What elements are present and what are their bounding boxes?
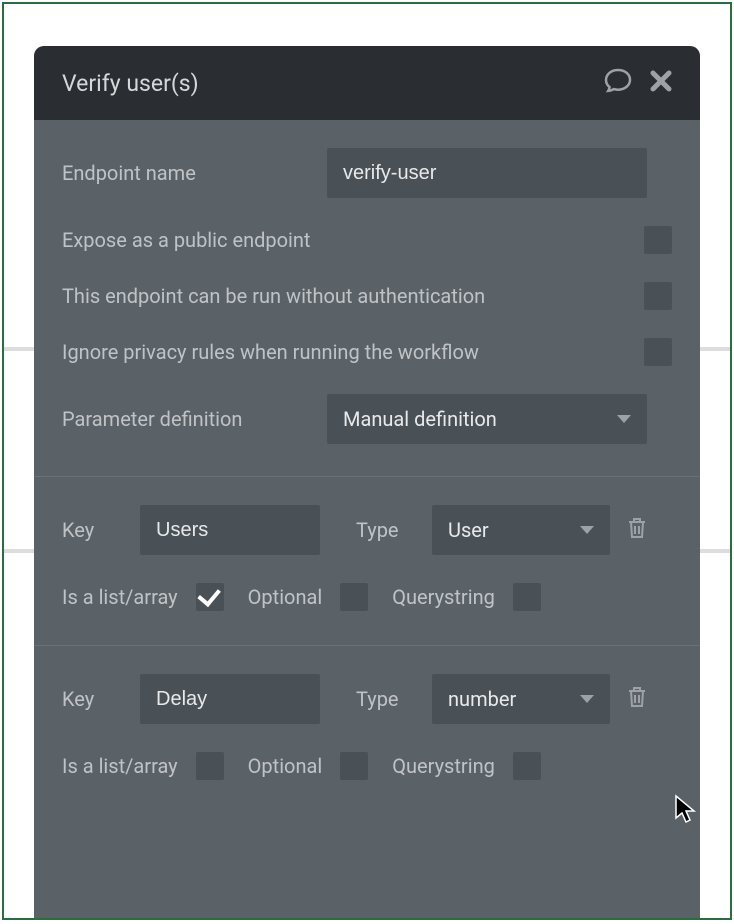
close-icon[interactable]: [650, 70, 672, 96]
optional-label: Optional: [248, 754, 323, 778]
optional-label: Optional: [248, 585, 323, 609]
no-auth-checkbox[interactable]: [644, 282, 672, 310]
param-key-input[interactable]: [140, 674, 320, 724]
is-list-label: Is a list/array: [62, 585, 178, 609]
trash-icon[interactable]: [626, 685, 648, 713]
divider: [34, 645, 700, 646]
divider: [34, 476, 700, 477]
ignore-privacy-checkbox[interactable]: [644, 338, 672, 366]
param-type-value: User: [448, 518, 489, 542]
expose-public-label: Expose as a public endpoint: [62, 228, 310, 252]
querystring-checkbox[interactable]: [513, 752, 541, 780]
chevron-down-icon: [580, 695, 594, 703]
expose-public-checkbox[interactable]: [644, 226, 672, 254]
optional-checkbox[interactable]: [340, 583, 368, 611]
ignore-privacy-label: Ignore privacy rules when running the wo…: [62, 340, 479, 364]
trash-icon[interactable]: [626, 516, 648, 544]
querystring-checkbox[interactable]: [513, 583, 541, 611]
querystring-label: Querystring: [392, 754, 495, 778]
endpoint-name-label: Endpoint name: [62, 161, 327, 185]
comment-icon[interactable]: [604, 68, 632, 98]
key-label: Key: [62, 687, 124, 711]
param-def-select[interactable]: Manual definition: [327, 394, 647, 444]
optional-checkbox[interactable]: [340, 752, 368, 780]
key-label: Key: [62, 518, 124, 542]
param-type-select[interactable]: number: [432, 674, 610, 724]
is-list-checkbox[interactable]: [196, 583, 224, 611]
param-def-value: Manual definition: [343, 407, 497, 431]
type-label: Type: [356, 518, 416, 542]
param-type-select[interactable]: User: [432, 505, 610, 555]
param-def-label: Parameter definition: [62, 407, 327, 431]
querystring-label: Querystring: [392, 585, 495, 609]
panel-header: Verify user(s): [34, 46, 700, 120]
no-auth-label: This endpoint can be run without authent…: [62, 284, 485, 308]
type-label: Type: [356, 687, 416, 711]
config-panel: Verify user(s) Endpoint name Expose as a…: [34, 46, 700, 918]
is-list-label: Is a list/array: [62, 754, 178, 778]
param-row: Key Type User: [62, 505, 672, 555]
param-row: Key Type number: [62, 674, 672, 724]
chevron-down-icon: [617, 415, 631, 423]
param-type-value: number: [448, 687, 516, 711]
chevron-down-icon: [580, 526, 594, 534]
endpoint-name-input[interactable]: [327, 148, 647, 198]
param-key-input[interactable]: [140, 505, 320, 555]
is-list-checkbox[interactable]: [196, 752, 224, 780]
panel-title: Verify user(s): [62, 70, 199, 97]
